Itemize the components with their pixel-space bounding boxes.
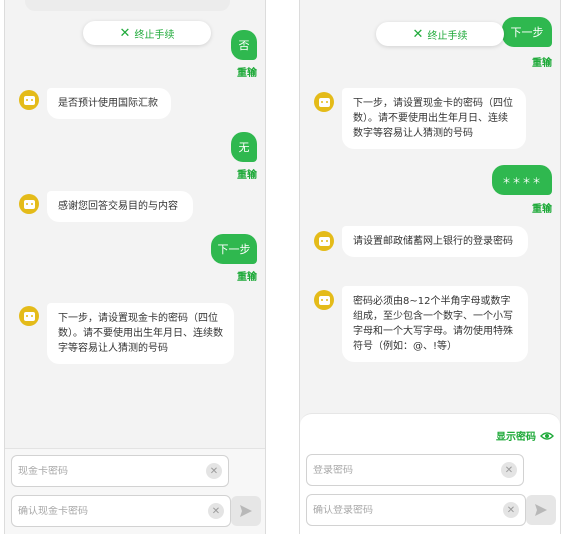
bot-avatar-icon	[19, 90, 39, 110]
password-input-panel: 显示密码 ✕ ✕	[300, 413, 560, 534]
bot-message-bubble: 下一步，请设置现金卡的密码（四位数）。请不要使用出生年月日、连续数字等容易让人猜…	[342, 88, 526, 149]
bot-message-bubble: 密码必须由8~12个半角字母或数字组成，至少包含一个数字、一个小写字母和一个大写…	[342, 286, 528, 362]
cash-card-password-input[interactable]	[18, 465, 206, 477]
reinput-link[interactable]: 重输	[237, 268, 257, 283]
bot-avatar-icon	[314, 290, 334, 310]
stop-procedure-label: 终止手续	[427, 30, 468, 42]
clear-icon[interactable]: ✕	[208, 503, 224, 519]
show-password-toggle[interactable]: 显示密码	[496, 428, 554, 443]
bot-message-bubble: 感谢您回答交易目的与内容	[47, 191, 193, 222]
send-button[interactable]	[526, 495, 556, 525]
clear-icon[interactable]: ✕	[501, 462, 517, 478]
bot-avatar-icon	[314, 92, 334, 112]
send-button[interactable]	[231, 496, 261, 526]
stop-procedure-label: 终止手续	[134, 29, 175, 41]
password-input-panel: ✕ ✕	[5, 448, 265, 534]
bot-avatar-icon	[19, 194, 39, 214]
close-icon: ✕	[119, 25, 131, 41]
clear-icon[interactable]: ✕	[503, 502, 519, 518]
reinput-link[interactable]: 重输	[237, 64, 257, 79]
send-icon	[240, 505, 252, 517]
bot-message-bubble: 下一步，请设置现金卡的密码（四位数）。请不要使用出生年月日、连续数字等容易让人猜…	[47, 303, 234, 364]
cash-card-password-field[interactable]: ✕	[11, 455, 229, 487]
chat-screen-left: ✕ 终止手续 否 重输 是否预计使用国际汇款 无 重输 感谢您回答交易目的与内容…	[4, 0, 266, 534]
login-password-input[interactable]	[313, 464, 501, 476]
bot-message-bubble: 请设置邮政储蓄网上银行的登录密码	[342, 226, 528, 257]
user-message-bubble: ＊＊＊＊	[492, 165, 552, 195]
reinput-link[interactable]: 重输	[532, 54, 552, 69]
confirm-login-password-field[interactable]: ✕	[306, 494, 526, 526]
confirm-cash-card-password-input[interactable]	[18, 505, 208, 517]
chat-screen-right: ✕ 终止手续 下一步 重输 下一步，请设置现金卡的密码（四位数）。请不要使用出生…	[299, 0, 561, 534]
reinput-link[interactable]: 重输	[532, 200, 552, 215]
stop-procedure-button[interactable]: ✕ 终止手续	[376, 22, 504, 46]
confirm-login-password-input[interactable]	[313, 504, 503, 516]
user-message-bubble: 无	[231, 132, 257, 162]
user-message-bubble: 否	[231, 30, 257, 60]
clear-icon[interactable]: ✕	[206, 463, 222, 479]
user-message-bubble: 下一步	[211, 234, 257, 264]
eye-icon	[540, 431, 554, 440]
user-message-bubble: 下一步	[502, 17, 552, 47]
stop-procedure-button[interactable]: ✕ 终止手续	[83, 21, 211, 45]
bot-avatar-icon	[19, 306, 39, 326]
close-icon: ✕	[412, 26, 424, 42]
send-icon	[535, 504, 547, 516]
reinput-link[interactable]: 重输	[237, 166, 257, 181]
login-password-field[interactable]: ✕	[306, 454, 524, 486]
bot-message-bubble: 是否预计使用国际汇款	[47, 88, 171, 119]
confirm-cash-card-password-field[interactable]: ✕	[11, 495, 231, 527]
show-password-label: 显示密码	[496, 432, 536, 443]
bot-avatar-icon	[314, 231, 334, 251]
previous-message-edge	[25, 0, 230, 11]
